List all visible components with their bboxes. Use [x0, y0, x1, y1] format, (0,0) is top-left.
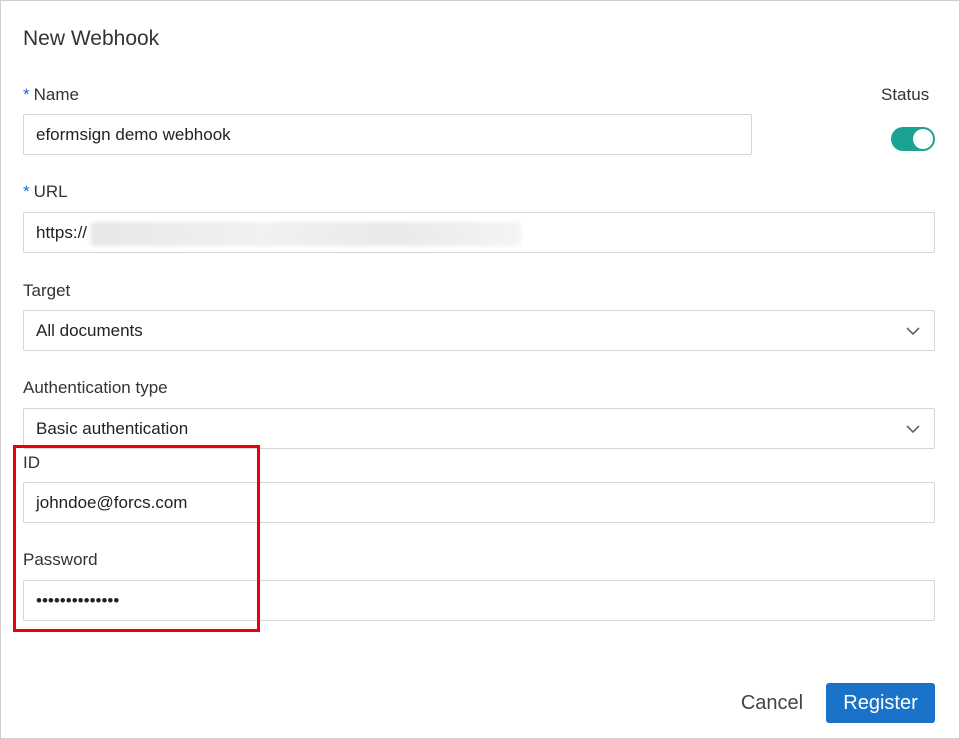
name-input[interactable]: eformsign demo webhook: [23, 114, 752, 155]
required-mark: *: [23, 85, 30, 104]
chevron-down-icon: [906, 425, 920, 434]
cancel-button[interactable]: Cancel: [729, 684, 815, 722]
redacted-url-blur: [91, 221, 522, 246]
auth-type-label: Authentication type: [23, 378, 168, 397]
target-label: Target: [23, 281, 71, 300]
url-label-text: URL: [33, 182, 68, 201]
url-value-prefix: https://: [36, 223, 88, 242]
status-label: Status: [881, 85, 930, 104]
auth-type-selected-value: Basic authentication: [36, 419, 189, 438]
status-toggle[interactable]: [891, 127, 935, 151]
dialog-title: New Webhook: [23, 27, 160, 50]
name-label: * Name: [23, 85, 79, 105]
toggle-knob: [913, 129, 933, 149]
url-input[interactable]: https://: [23, 212, 935, 253]
target-selected-value: All documents: [36, 321, 143, 340]
url-label: * URL: [23, 182, 68, 202]
name-label-text: Name: [33, 85, 79, 104]
auth-type-select[interactable]: Basic authentication: [23, 408, 935, 449]
register-button[interactable]: Register: [826, 683, 935, 723]
required-mark: *: [23, 182, 30, 201]
highlight-box: [13, 445, 260, 632]
new-webhook-dialog: New Webhook * Name eformsign demo webhook…: [0, 0, 960, 739]
chevron-down-icon: [906, 327, 920, 336]
target-select[interactable]: All documents: [23, 310, 935, 351]
